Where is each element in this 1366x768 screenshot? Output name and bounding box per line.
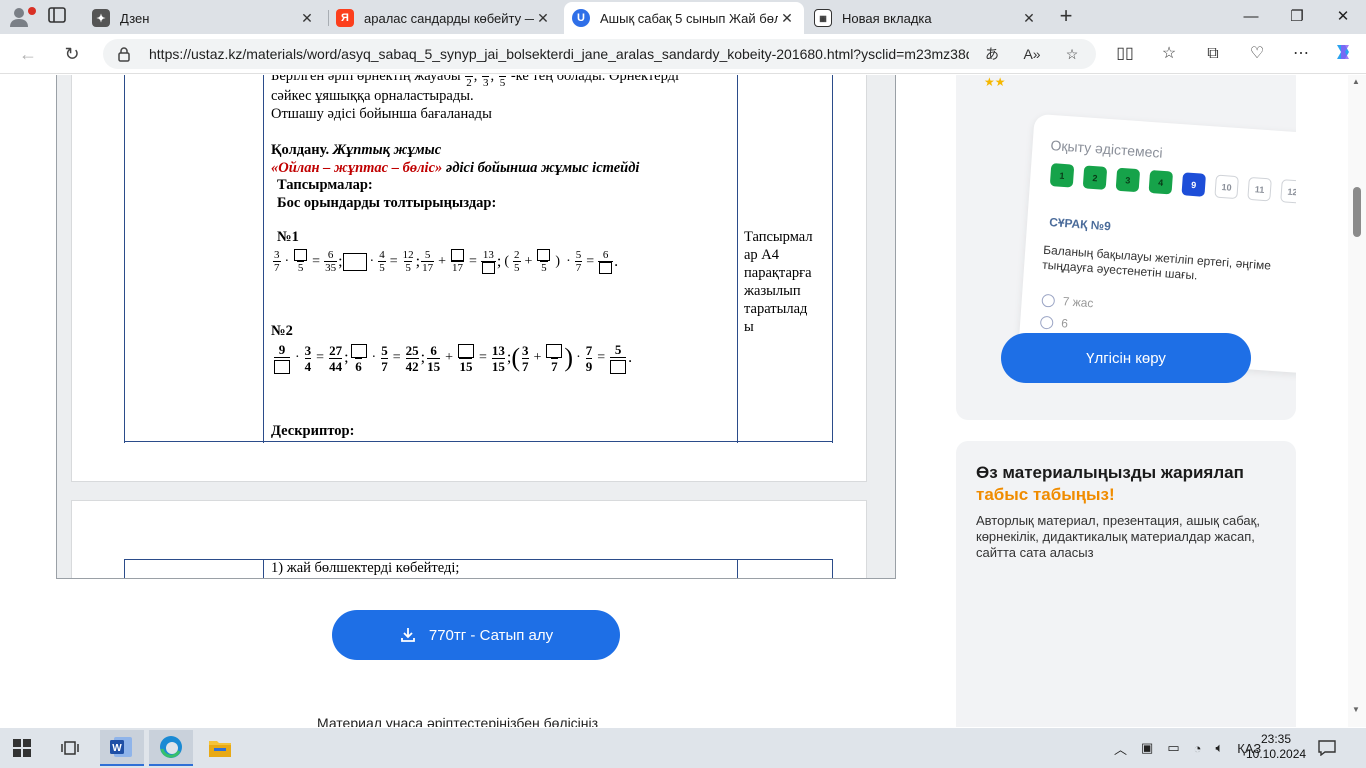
page-viewport: Берілген әріп өрнектің жауабы 12, 13, 15… [0,75,1366,727]
close-tab-icon[interactable]: ✕ [1020,10,1038,27]
lesson-table: 1) жай бөлшектерді көбейтеді; [124,559,833,578]
buy-button-label: 770тг - Сатып алу [428,626,554,644]
close-tab-icon[interactable]: ✕ [298,10,316,27]
lesson-table: Берілген әріп өрнектің жауабы 12, 13, 15… [124,75,833,443]
clock[interactable]: 23:35 10.10.2024 [1246,732,1306,762]
start-button[interactable] [0,730,44,766]
text-line: Берілген әріп өрнектің жауабы [271,75,461,84]
taskbar: W ︿ ▣ ▭ ◔ 🔈︎ ҚАЗ 23:35 10.10.2024 [0,728,1366,768]
scrollbar-thumb[interactable] [1353,187,1361,237]
edge-app-icon[interactable] [149,730,193,766]
task-number-1: №1 [277,229,299,245]
tab-yandex[interactable]: Я аралас сандарды көбейту — Янд ✕ [328,2,560,34]
task-view-icon[interactable] [48,730,92,766]
back-button[interactable]: ← [16,42,40,66]
stars-decoration: ★★ [984,75,1006,89]
lock-icon[interactable] [117,46,131,67]
url-bar[interactable]: https://ustaz.kz/materials/word/asyq_sab… [103,39,1096,69]
download-icon [400,628,415,642]
tab-actions-icon[interactable] [48,7,70,27]
favorites-icon[interactable]: ☆ [1157,42,1181,66]
fill-heading: Бос орындарды толтырыңыздар: [277,195,497,211]
scroll-down-icon[interactable]: ▼ [1352,705,1360,714]
tab-dzen[interactable]: ✦ Дзен ✕ [84,2,324,34]
tab-bar: ✦ Дзен ✕ Я аралас сандарды көбейту — Янд… [0,0,1366,34]
file-explorer-icon[interactable] [198,730,242,766]
share-text: Материал унаса әріптестеріңізбен бөлісің… [317,715,599,727]
tasks-heading: Тапсырмалар: [277,177,373,193]
tab-ustaz[interactable]: U Ашық сабақ 5 сынып Жай бөлш ✕ [564,2,804,34]
scroll-up-icon[interactable]: ▲ [1352,77,1360,86]
wifi-icon[interactable]: ◔ [1194,741,1202,756]
favorite-star-icon[interactable]: ☆ [1061,43,1083,65]
split-screen-icon[interactable]: ▯▯ [1113,42,1137,66]
equation-row-2: 9 · 34 = 27 44; 6 · 57 = 25 42; 6 15 + 15 =… [272,342,632,375]
question-chips: 1 2 3 4 9 10 11 12 13 [1049,163,1296,206]
buy-button[interactable]: 770тг - Сатып алу [332,610,620,660]
publish-promo: Өз материалыңызды жариялап табыс табыңыз… [956,441,1296,727]
system-tray: ︿ ▣ ▭ ◔ 🔈︎ ҚАЗ [1114,728,1261,768]
svg-text:W: W [112,743,122,754]
close-window-button[interactable]: ✕ [1320,0,1366,34]
more-menu-icon[interactable]: ⋯ [1289,42,1313,66]
page-scrollbar[interactable]: ▲ ▼ [1348,75,1366,727]
equation-row-1: 37 · 5 = 6 35; · 45 = 12 5; 5 17 + 17 = 13;… [273,249,619,275]
word-app-icon[interactable]: W [100,730,144,766]
notifications-icon[interactable] [1318,728,1336,768]
text-line: 1) жай бөлшектерді көбейтеді; [271,560,460,576]
resources-cell: Тапсырмал ар А4 парақтарға жазылып тарат… [744,229,813,335]
volume-icon[interactable]: 🔈︎ [1215,740,1223,756]
document-page: Берілген әріп өрнектің жауабы 12, 13, 15… [71,75,867,482]
apply-heading: Қолдану. Жұптық жұмыс [271,142,442,158]
url-text[interactable]: https://ustaz.kz/materials/word/asyq_sab… [149,46,969,62]
minimize-button[interactable]: — [1228,0,1274,34]
text-line: Отшашу әдісі бойынша бағаланады [271,106,492,122]
read-aloud-icon[interactable]: A» [1021,43,1043,65]
task-number-2: №2 [271,323,293,339]
restore-button[interactable]: ❐ [1274,0,1320,34]
newtab-page-icon: ▦ [814,9,832,27]
address-toolbar: ← ↻ https://ustaz.kz/materials/word/asyq… [0,34,1366,74]
battery-icon[interactable]: ▭ [1167,740,1179,756]
yandex-icon: Я [336,9,354,27]
collections-icon[interactable]: ⧉ [1201,42,1225,66]
text-line: сәйкес ұяшыққа орналастырады. [271,88,474,104]
close-tab-icon[interactable]: ✕ [534,10,552,27]
descriptor-heading: Дескриптор: [271,423,355,439]
profile-avatar-icon[interactable] [8,5,36,29]
tab-new[interactable]: ▦ Новая вкладка ✕ [806,2,1046,34]
show-hidden-icons-icon[interactable]: ︿ [1114,739,1127,758]
document-preview[interactable]: Берілген әріп өрнектің жауабы 12, 13, 15… [56,75,896,579]
document-page: 1) жай бөлшектерді көбейтеді; [71,500,867,578]
reload-button[interactable]: ↻ [60,42,84,66]
dzen-icon: ✦ [92,9,110,27]
new-tab-button[interactable]: + [1053,4,1079,30]
translate-icon[interactable]: あ [981,43,1003,65]
ustaz-icon: U [572,9,590,27]
network-status-icon[interactable]: ▣ [1141,740,1153,756]
browser-essentials-icon[interactable]: ♡ [1245,42,1269,66]
copilot-icon[interactable] [1331,42,1355,66]
close-tab-icon[interactable]: ✕ [778,10,796,27]
view-sample-button[interactable]: Үлгісін көру [1001,333,1251,383]
method-line: «Ойлан – жұптас – бөліс» әдісі бойынша ж… [271,160,640,176]
